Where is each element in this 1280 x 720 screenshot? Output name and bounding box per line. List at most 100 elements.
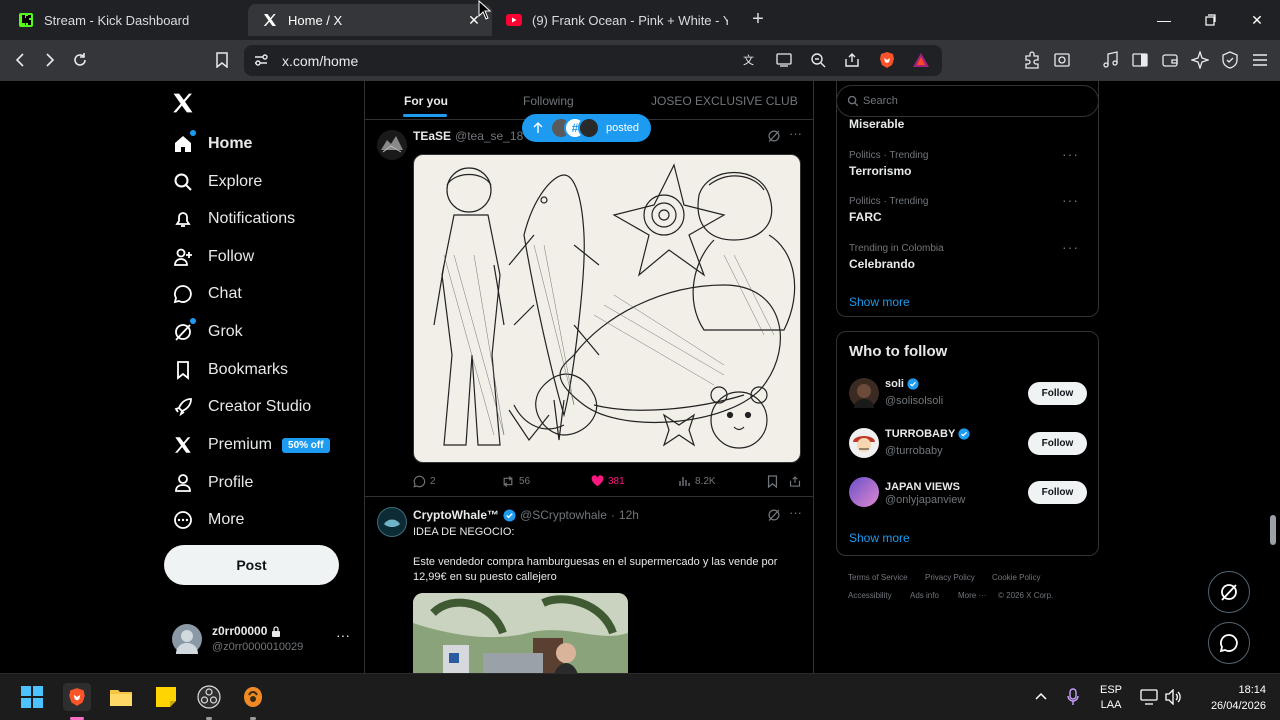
footer-terms-link[interactable]: Terms of Service bbox=[848, 573, 908, 582]
bookmark-icon[interactable] bbox=[767, 475, 782, 488]
sidebar-toggle-icon[interactable] bbox=[1130, 50, 1150, 70]
close-window-button[interactable]: ✕ bbox=[1247, 10, 1267, 30]
like-button[interactable]: 381 bbox=[591, 475, 625, 487]
clock[interactable]: 18:14 26/04/2026 bbox=[1196, 682, 1266, 714]
tweet-image[interactable] bbox=[413, 154, 801, 463]
tweet-author-name[interactable]: TEaSE bbox=[413, 129, 451, 143]
microphone-icon[interactable] bbox=[1066, 688, 1080, 706]
avatar[interactable] bbox=[377, 507, 407, 537]
x-logo-icon[interactable] bbox=[172, 92, 194, 114]
trend-item[interactable]: Politics · Trending Terrorismo ··· bbox=[849, 146, 1099, 186]
footer-ads-info-link[interactable]: Ads info bbox=[910, 591, 939, 600]
follow-button[interactable]: Follow bbox=[1028, 481, 1087, 504]
screenshot-icon[interactable] bbox=[1052, 50, 1072, 70]
footer-more-link[interactable]: More ··· bbox=[958, 591, 986, 600]
tweet-more-icon[interactable]: ··· bbox=[789, 505, 802, 520]
minimize-button[interactable]: — bbox=[1154, 10, 1174, 30]
page-scrollbar[interactable] bbox=[1266, 81, 1280, 673]
wallet-icon[interactable] bbox=[1160, 50, 1180, 70]
tab-joseo-exclusive-club[interactable]: JOSEO EXCLUSIVE CLUB bbox=[651, 94, 798, 108]
new-posts-pill[interactable]: # posted bbox=[522, 114, 652, 142]
brave-rewards-icon[interactable] bbox=[912, 51, 930, 69]
tweet-author-name[interactable]: CryptoWhale™ bbox=[413, 508, 499, 522]
footer-privacy-link[interactable]: Privacy Policy bbox=[925, 573, 975, 582]
trending-show-more-link[interactable]: Show more bbox=[849, 295, 910, 309]
sidebar-item-grok[interactable]: Grok bbox=[172, 317, 243, 347]
brave-shields-icon[interactable] bbox=[878, 51, 896, 69]
tab-home-x[interactable]: Home / X ✕ bbox=[248, 4, 492, 36]
sidebar-item-profile[interactable]: Profile bbox=[172, 468, 253, 498]
bookmark-page-icon[interactable] bbox=[212, 50, 232, 70]
footer-cookie-link[interactable]: Cookie Policy bbox=[992, 573, 1040, 582]
post-button[interactable]: Post bbox=[164, 545, 339, 585]
account-switcher[interactable]: z0rr00000 @z0rr0000010029 ··· bbox=[172, 621, 352, 657]
trend-item[interactable]: Miserable bbox=[849, 117, 1099, 131]
reload-icon[interactable] bbox=[70, 50, 90, 70]
tweet-author-handle[interactable]: @tea_se_18 bbox=[455, 129, 523, 143]
forward-icon[interactable] bbox=[40, 50, 60, 70]
sidebar-item-premium[interactable]: Premium 50% off bbox=[172, 430, 330, 460]
share-icon[interactable] bbox=[789, 475, 805, 488]
site-info-icon[interactable] bbox=[254, 53, 268, 67]
tab-for-you[interactable]: For you bbox=[404, 94, 448, 108]
sidebar-item-bookmarks[interactable]: Bookmarks bbox=[172, 355, 288, 385]
messages-float-button[interactable] bbox=[1208, 622, 1250, 664]
footer-accessibility-link[interactable]: Accessibility bbox=[848, 591, 892, 600]
trend-more-icon[interactable]: ··· bbox=[1062, 239, 1079, 255]
reply-button[interactable]: 2 bbox=[413, 475, 436, 488]
leo-ai-icon[interactable] bbox=[1190, 50, 1210, 70]
avatar[interactable] bbox=[377, 130, 407, 160]
sidebar-item-explore[interactable]: Explore bbox=[172, 167, 262, 197]
who-to-follow-show-more-link[interactable]: Show more bbox=[849, 531, 910, 545]
scrollbar-thumb[interactable] bbox=[1270, 515, 1276, 545]
vpn-icon[interactable] bbox=[1220, 50, 1240, 70]
sticky-notes-icon[interactable] bbox=[152, 683, 180, 711]
trend-item[interactable]: Politics · Trending FARC ··· bbox=[849, 192, 1099, 232]
zoom-icon[interactable] bbox=[810, 52, 826, 68]
trend-item[interactable]: Trending in Colombia Celebrando ··· bbox=[849, 239, 1099, 279]
tab-kick-dashboard[interactable]: Stream - Kick Dashboard bbox=[4, 4, 248, 36]
extensions-icon[interactable] bbox=[1022, 50, 1042, 70]
input-language-indicator[interactable]: ESP LAA bbox=[1100, 683, 1122, 713]
menu-icon[interactable] bbox=[1250, 50, 1270, 70]
tweet[interactable]: CryptoWhale™ @SCryptowhale · 12h ··· IDE… bbox=[365, 497, 814, 673]
tab-youtube[interactable]: (9) Frank Ocean - Pink + White - You bbox=[492, 4, 736, 36]
translate-icon[interactable]: 文 bbox=[742, 52, 758, 68]
obs-studio-icon[interactable] bbox=[195, 683, 223, 711]
cast-icon[interactable] bbox=[776, 53, 792, 67]
tab-following[interactable]: Following bbox=[523, 94, 574, 108]
tweet-author-handle[interactable]: @SCryptowhale bbox=[520, 508, 607, 522]
music-icon[interactable] bbox=[1100, 50, 1120, 70]
follow-button[interactable]: Follow bbox=[1028, 382, 1087, 405]
brave-browser-icon[interactable] bbox=[63, 683, 91, 711]
sidebar-item-home[interactable]: Home bbox=[172, 129, 252, 159]
tweet-time[interactable]: 12h bbox=[619, 508, 639, 522]
display-icon[interactable] bbox=[1140, 689, 1158, 705]
windows-start-icon[interactable] bbox=[18, 683, 46, 711]
sidebar-item-creator-studio[interactable]: Creator Studio bbox=[172, 392, 311, 422]
trend-more-icon[interactable]: ··· bbox=[1062, 146, 1079, 162]
grok-icon[interactable] bbox=[767, 129, 781, 143]
tweet-video-thumbnail[interactable] bbox=[413, 593, 628, 673]
address-bar[interactable]: x.com/home 文 bbox=[244, 45, 942, 76]
follow-button[interactable]: Follow bbox=[1028, 432, 1087, 455]
account-more-icon[interactable]: ··· bbox=[336, 627, 350, 643]
file-explorer-icon[interactable] bbox=[107, 683, 135, 711]
fl-studio-icon[interactable] bbox=[239, 683, 267, 711]
maximize-button[interactable] bbox=[1200, 10, 1220, 30]
grok-float-button[interactable] bbox=[1208, 571, 1250, 613]
back-icon[interactable] bbox=[10, 50, 30, 70]
tweet-more-icon[interactable]: ··· bbox=[789, 126, 802, 141]
sidebar-item-follow[interactable]: Follow bbox=[172, 242, 254, 272]
chevron-up-icon[interactable] bbox=[1034, 690, 1048, 704]
volume-icon[interactable] bbox=[1164, 689, 1182, 705]
tweet[interactable]: TEaSE @tea_se_18 · 8h ··· bbox=[365, 114, 814, 496]
sidebar-item-chat[interactable]: Chat bbox=[172, 279, 242, 309]
trend-more-icon[interactable]: ··· bbox=[1062, 192, 1079, 208]
grok-icon[interactable] bbox=[767, 508, 781, 522]
views-button[interactable]: 8.2K bbox=[679, 475, 716, 487]
sidebar-item-notifications[interactable]: Notifications bbox=[172, 204, 295, 234]
new-tab-button[interactable]: + bbox=[748, 9, 768, 30]
share-icon[interactable] bbox=[844, 52, 860, 68]
sidebar-item-more[interactable]: More bbox=[172, 505, 244, 535]
